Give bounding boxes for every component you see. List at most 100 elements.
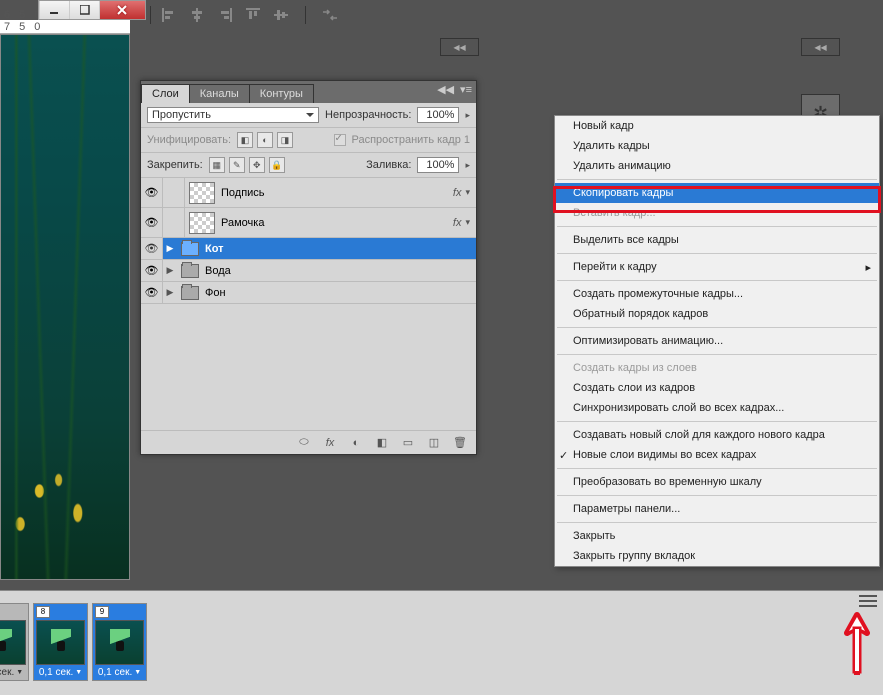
visibility-icon[interactable]: 👁 bbox=[141, 238, 163, 259]
tab-channels[interactable]: Каналы bbox=[189, 84, 250, 103]
menu-item[interactable]: Удалить кадры bbox=[555, 136, 879, 156]
canvas-preview[interactable] bbox=[0, 34, 130, 580]
layer-mask-icon[interactable]: ◐ bbox=[348, 435, 364, 451]
new-group-icon[interactable]: ▭ bbox=[400, 435, 416, 451]
adjustment-layer-icon[interactable]: ◧ bbox=[374, 435, 390, 451]
fx-indicator[interactable]: fx bbox=[453, 187, 462, 199]
fx-menu-icon[interactable]: fx bbox=[322, 435, 338, 451]
menu-item[interactable]: Параметры панели... bbox=[555, 499, 879, 519]
tab-paths[interactable]: Контуры bbox=[249, 84, 314, 103]
layers-bottom-toolbar: ⬭ fx ◐ ◧ ▭ ◫ 🗑 bbox=[141, 430, 476, 454]
layers-panel: Слои Каналы Контуры ◀◀▾≡ Пропустить Непр… bbox=[140, 80, 477, 455]
layer-group-row[interactable]: 👁 ▶ Фон bbox=[141, 282, 476, 304]
menu-item[interactable]: Новые слои видимы во всех кадрах bbox=[555, 445, 879, 465]
menu-item[interactable]: Перейти к кадру bbox=[555, 257, 879, 277]
lock-transparency-icon[interactable]: ▦ bbox=[209, 157, 225, 173]
animation-frame[interactable]: 9 0,1 сек.▼ bbox=[92, 603, 147, 681]
menu-item[interactable]: Оптимизировать анимацию... bbox=[555, 331, 879, 351]
visibility-icon[interactable]: 👁 bbox=[141, 178, 163, 207]
layer-thumbnail[interactable] bbox=[189, 182, 215, 204]
frame-number: 9 bbox=[95, 606, 109, 618]
align-left-icon[interactable] bbox=[159, 5, 179, 25]
layer-name[interactable]: Кот bbox=[203, 243, 470, 255]
fx-expand-icon[interactable]: ▾ bbox=[465, 217, 470, 228]
animation-frame[interactable]: 8 0,1 сек.▼ bbox=[33, 603, 88, 681]
minimize-button[interactable] bbox=[39, 1, 69, 19]
menu-item[interactable]: Закрыть bbox=[555, 526, 879, 546]
layer-group-row[interactable]: 👁 ▶ Кот bbox=[141, 238, 476, 260]
align-right-icon[interactable] bbox=[215, 5, 235, 25]
blend-mode-dropdown[interactable]: Пропустить bbox=[147, 107, 319, 123]
lock-all-icon[interactable]: 🔒 bbox=[269, 157, 285, 173]
fx-expand-icon[interactable]: ▾ bbox=[465, 187, 470, 198]
menu-separator bbox=[557, 495, 877, 496]
visibility-icon[interactable]: 👁 bbox=[141, 282, 163, 303]
fx-indicator[interactable]: fx bbox=[453, 217, 462, 229]
link-layers-icon[interactable]: ⬭ bbox=[296, 435, 312, 451]
visibility-icon[interactable]: 👁 bbox=[141, 208, 163, 237]
layer-name[interactable]: Рамочка bbox=[219, 217, 453, 229]
panel-collapse-right[interactable]: ◀◀ bbox=[801, 38, 840, 56]
swap-icon[interactable] bbox=[320, 5, 340, 25]
layer-row[interactable]: 👁 Подпись fx ▾ bbox=[141, 178, 476, 208]
align-vcenter-icon[interactable] bbox=[271, 5, 291, 25]
lock-position-icon[interactable]: ✥ bbox=[249, 157, 265, 173]
opacity-flyout-icon[interactable]: ▸ bbox=[465, 110, 470, 121]
visibility-icon[interactable]: 👁 bbox=[141, 260, 163, 281]
menu-item[interactable]: Создать слои из кадров bbox=[555, 378, 879, 398]
layer-name[interactable]: Фон bbox=[203, 287, 470, 299]
layer-group-row[interactable]: 👁 ▶ Вода bbox=[141, 260, 476, 282]
opacity-field[interactable]: 100% bbox=[417, 107, 459, 123]
layer-row[interactable]: 👁 Рамочка fx ▾ bbox=[141, 208, 476, 238]
menu-item[interactable]: Преобразовать во временную шкалу bbox=[555, 472, 879, 492]
layer-name[interactable]: Вода bbox=[203, 265, 470, 277]
align-hcenter-icon[interactable] bbox=[187, 5, 207, 25]
lock-pixels-icon[interactable]: ✎ bbox=[229, 157, 245, 173]
maximize-button[interactable] bbox=[69, 1, 99, 19]
menu-item[interactable]: Закрыть группу вкладок bbox=[555, 546, 879, 566]
unify-style-icon[interactable]: ◨ bbox=[277, 132, 293, 148]
expand-icon[interactable]: ▶ bbox=[163, 265, 177, 276]
menu-separator bbox=[557, 354, 877, 355]
menu-item[interactable]: Скопировать кадры bbox=[555, 183, 879, 203]
menu-item[interactable]: Обратный порядок кадров bbox=[555, 304, 879, 324]
align-top-icon[interactable] bbox=[243, 5, 263, 25]
fill-flyout-icon[interactable]: ▸ bbox=[465, 160, 470, 171]
layer-name[interactable]: Подпись bbox=[219, 187, 453, 199]
frame-duration[interactable]: 0,1 сек.▼ bbox=[0, 665, 28, 680]
propagate-checkbox[interactable] bbox=[334, 134, 346, 146]
panel-collapse-left[interactable]: ◀◀ bbox=[440, 38, 479, 56]
menu-item[interactable]: Создать промежуточные кадры... bbox=[555, 284, 879, 304]
animation-timeline: 7 0,1 сек.▼8 0,1 сек.▼9 0,1 сек.▼ bbox=[0, 590, 883, 695]
menu-item[interactable]: Выделить все кадры bbox=[555, 230, 879, 250]
menu-separator bbox=[557, 327, 877, 328]
unify-visibility-icon[interactable]: ◐ bbox=[257, 132, 273, 148]
menu-item[interactable]: Синхронизировать слой во всех кадрах... bbox=[555, 398, 879, 418]
menu-item: Вставить кадр... bbox=[555, 203, 879, 223]
fill-field[interactable]: 100% bbox=[417, 157, 459, 173]
unify-position-icon[interactable]: ◧ bbox=[237, 132, 253, 148]
unify-row: Унифицировать: ◧ ◐ ◨ Распространить кадр… bbox=[141, 128, 476, 153]
menu-item[interactable]: Создавать новый слой для каждого нового … bbox=[555, 425, 879, 445]
animation-frame[interactable]: 7 0,1 сек.▼ bbox=[0, 603, 29, 681]
tab-layers[interactable]: Слои bbox=[141, 84, 190, 103]
annotation-arrow bbox=[837, 605, 877, 685]
delete-layer-icon[interactable]: 🗑 bbox=[452, 435, 468, 451]
menu-separator bbox=[557, 522, 877, 523]
menu-item[interactable]: Новый кадр bbox=[555, 116, 879, 136]
menu-separator bbox=[557, 421, 877, 422]
expand-icon[interactable]: ▶ bbox=[163, 287, 177, 298]
layers-empty-area[interactable] bbox=[141, 304, 476, 430]
frame-duration[interactable]: 0,1 сек.▼ bbox=[93, 665, 146, 680]
frame-duration[interactable]: 0,1 сек.▼ bbox=[34, 665, 87, 680]
menu-item[interactable]: Удалить анимацию bbox=[555, 156, 879, 176]
close-button[interactable] bbox=[99, 1, 145, 19]
window-controls bbox=[38, 0, 146, 20]
expand-icon[interactable]: ▶ bbox=[163, 243, 177, 254]
new-layer-icon[interactable]: ◫ bbox=[426, 435, 442, 451]
layer-thumbnail[interactable] bbox=[189, 212, 215, 234]
menu-item: Создать кадры из слоев bbox=[555, 358, 879, 378]
menu-separator bbox=[557, 179, 877, 180]
panel-collapse-icon[interactable]: ◀◀ bbox=[437, 83, 454, 96]
panel-menu-icon[interactable]: ▾≡ bbox=[460, 83, 472, 96]
